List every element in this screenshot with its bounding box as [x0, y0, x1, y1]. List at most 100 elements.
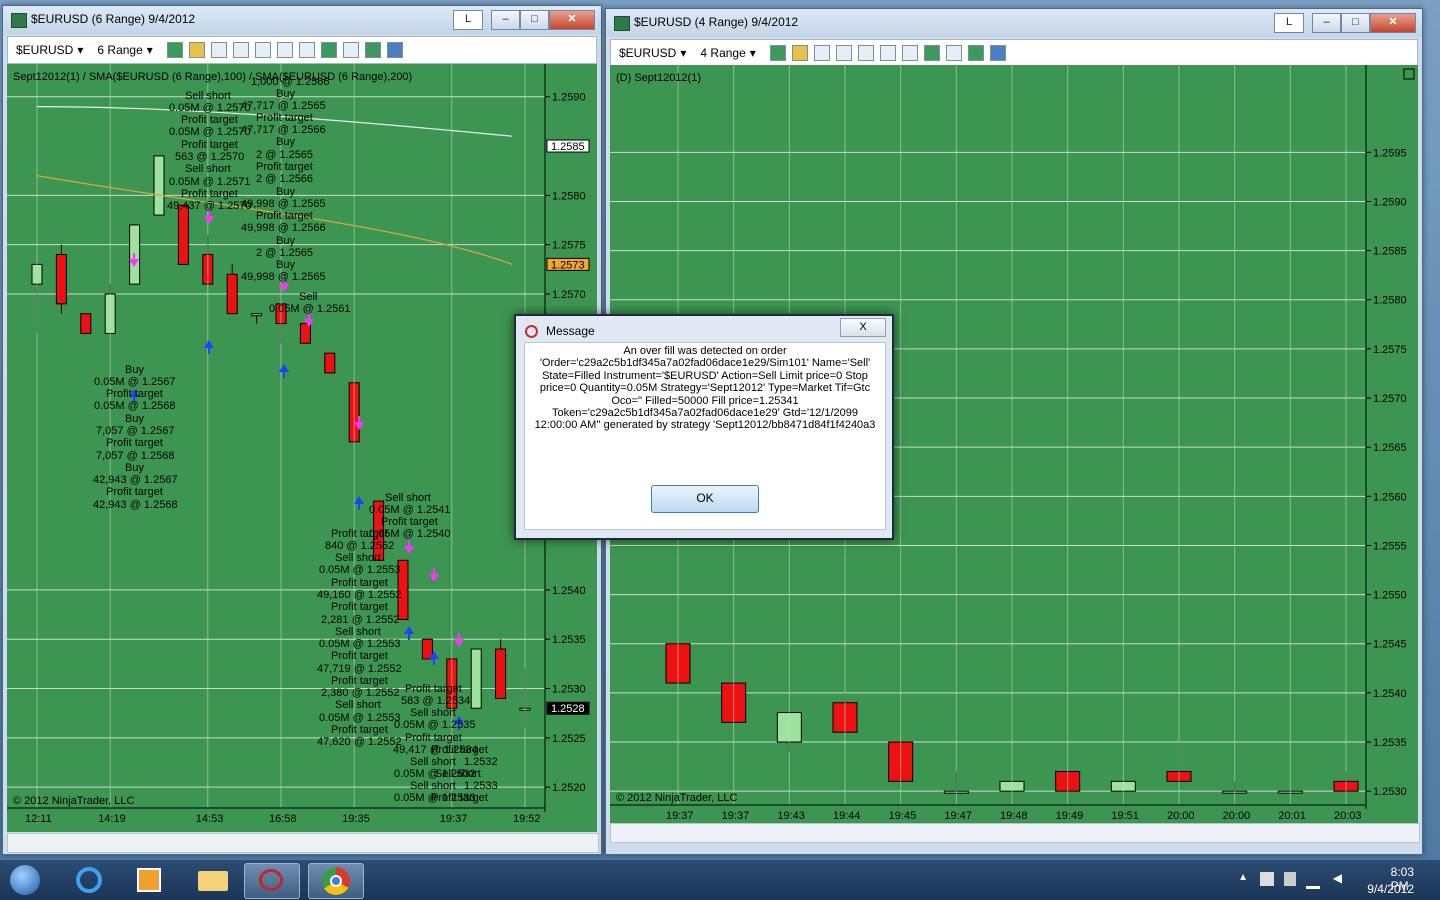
taskbar-internet-explorer[interactable]: [62, 863, 116, 897]
trade-annotation: Sell short: [410, 707, 456, 719]
pointer-icon[interactable]: [254, 42, 271, 58]
price-tick-label: 1.2575: [1373, 344, 1407, 356]
panel-icon[interactable]: [386, 42, 403, 58]
right-titlebar[interactable]: $EURUSD (4 Range) 9/4/2012 L – □ ✕: [606, 9, 1422, 37]
left-horizontal-scrollbar[interactable]: [7, 833, 599, 853]
candle-body: [80, 313, 92, 334]
message-dialog: Message X An over fill was detected on o…: [514, 314, 894, 540]
action-center-icon[interactable]: [1260, 872, 1274, 886]
trade-annotation: 42,943 @ 1.2568: [93, 499, 178, 511]
candle-body: [55, 254, 67, 305]
zoom-icon[interactable]: [276, 42, 293, 58]
maximize-button[interactable]: □: [1341, 13, 1370, 33]
right-horizontal-scrollbar[interactable]: [610, 823, 1420, 843]
taskbar-media-player[interactable]: [122, 863, 176, 897]
trade-annotation: 840 @ 1.2552: [325, 540, 394, 552]
instrument-dropdown[interactable]: $EURUSD ▾: [16, 43, 83, 57]
trade-annotation: Profit target: [106, 437, 163, 449]
price-marker-label: 1.2528: [551, 703, 585, 715]
trade-annotation: 563 @ 1.2570: [175, 151, 244, 163]
start-button[interactable]: [4, 863, 48, 897]
power-icon[interactable]: [1284, 872, 1296, 886]
trade-annotation: Buy: [125, 413, 144, 425]
indicators-icon[interactable]: [320, 42, 337, 58]
tray-arrow-icon[interactable]: ▲: [1238, 872, 1248, 883]
candle-body: [421, 638, 433, 660]
trade-annotation: Buy: [276, 186, 295, 198]
media-player-icon: [137, 868, 161, 892]
time-tick-label: 19:52: [513, 813, 541, 825]
indicator-label: (D) Sept12012(1): [616, 72, 701, 84]
left-l-button[interactable]: L: [453, 10, 483, 30]
trade-annotation: Profit target: [331, 724, 388, 736]
close-button[interactable]: ✕: [549, 10, 595, 30]
crosshair-icon[interactable]: [210, 42, 227, 58]
taskbar-file-explorer[interactable]: [186, 863, 240, 897]
time-tick-label: 20:00: [1167, 810, 1195, 822]
bar-type-icon[interactable]: [769, 45, 786, 61]
price-tick-label: 1.2540: [1373, 688, 1407, 700]
maximize-button[interactable]: □: [520, 10, 549, 30]
chevron-down-icon: ▾: [680, 46, 687, 60]
candle-body: [251, 313, 263, 317]
trade-annotation: 2 @ 1.2565: [256, 149, 313, 161]
trade-annotation: 1.2532: [464, 756, 498, 768]
volume-icon[interactable]: ◀: [1333, 871, 1342, 885]
left-price-chart[interactable]: 1.2590 1.2580 1.2575 1.2570 1.2540 1.2535 1.25…: [7, 64, 597, 832]
pencil-icon[interactable]: [791, 45, 808, 61]
time-tick-label: 19:37: [666, 810, 694, 822]
money-icon[interactable]: [364, 42, 381, 58]
pin-icon[interactable]: [835, 45, 852, 61]
message-app-icon: [525, 325, 538, 338]
dialog-close-button[interactable]: X: [840, 318, 886, 337]
crosshair-icon[interactable]: [813, 45, 830, 61]
price-tick-label: 1.2550: [1373, 590, 1407, 602]
taskbar-chrome[interactable]: [308, 863, 364, 899]
price-tick-label: 1.2570: [552, 289, 586, 301]
time-tick-label: 19:48: [1000, 810, 1028, 822]
zoom-icon[interactable]: [879, 45, 896, 61]
trade-annotation: Profit target: [331, 675, 388, 687]
price-marker-label: 1.2573: [551, 259, 585, 271]
price-tick-label: 1.2525: [552, 733, 586, 745]
price-tick-label: 1.2540: [552, 585, 586, 597]
money-icon[interactable]: [967, 45, 984, 61]
trade-annotation: 1,000 @ 1.2566: [251, 76, 329, 88]
ok-button[interactable]: OK: [651, 485, 759, 513]
panel-toggle-icon: [1403, 68, 1415, 80]
trade-annotation: Buy: [125, 364, 144, 376]
trade-annotation: 7,057 @ 1.2567: [96, 425, 174, 437]
price-marker-label: 1.2585: [551, 141, 585, 153]
candle-body: [153, 155, 165, 216]
trade-annotation: Profit target: [405, 732, 462, 744]
panel-icon[interactable]: [989, 45, 1006, 61]
minimize-button[interactable]: –: [1312, 13, 1341, 33]
indicators-icon[interactable]: [923, 45, 940, 61]
left-titlebar[interactable]: $EURUSD (6 Range) 9/4/2012 L – □ ✕: [3, 6, 601, 34]
close-button[interactable]: ✕: [1370, 13, 1416, 33]
minimize-button[interactable]: –: [491, 10, 520, 30]
pin-icon[interactable]: [232, 42, 249, 58]
pointer-icon[interactable]: [857, 45, 874, 61]
instrument-dropdown[interactable]: $EURUSD ▾: [619, 46, 686, 60]
strategies-icon[interactable]: [342, 42, 359, 58]
trade-annotation: 1.2533: [464, 780, 498, 792]
trade-annotation: Profit target: [331, 650, 388, 662]
trade-annotation: Buy: [276, 88, 295, 100]
bar-type-icon[interactable]: [166, 42, 183, 58]
strategies-icon[interactable]: [945, 45, 962, 61]
trade-annotation: 49,160 @ 1.2552: [317, 589, 402, 601]
period-dropdown[interactable]: 6 Range ▾: [97, 43, 152, 57]
period-dropdown[interactable]: 4 Range ▾: [700, 46, 755, 60]
network-icon[interactable]: [1306, 872, 1320, 889]
time-tick-label: 20:01: [1278, 810, 1306, 822]
dialog-body: An over fill was detected on order 'Orde…: [524, 342, 886, 530]
clock-date[interactable]: 9/4/2012: [1367, 882, 1414, 896]
properties-icon[interactable]: [901, 45, 918, 61]
properties-icon[interactable]: [298, 42, 315, 58]
right-l-button[interactable]: L: [1274, 13, 1304, 33]
taskbar-ninjatrader[interactable]: [244, 863, 300, 899]
dialog-message: An over fill was detected on order 'Orde…: [534, 345, 876, 432]
pencil-icon[interactable]: [188, 42, 205, 58]
trade-annotation: Buy: [125, 462, 144, 474]
